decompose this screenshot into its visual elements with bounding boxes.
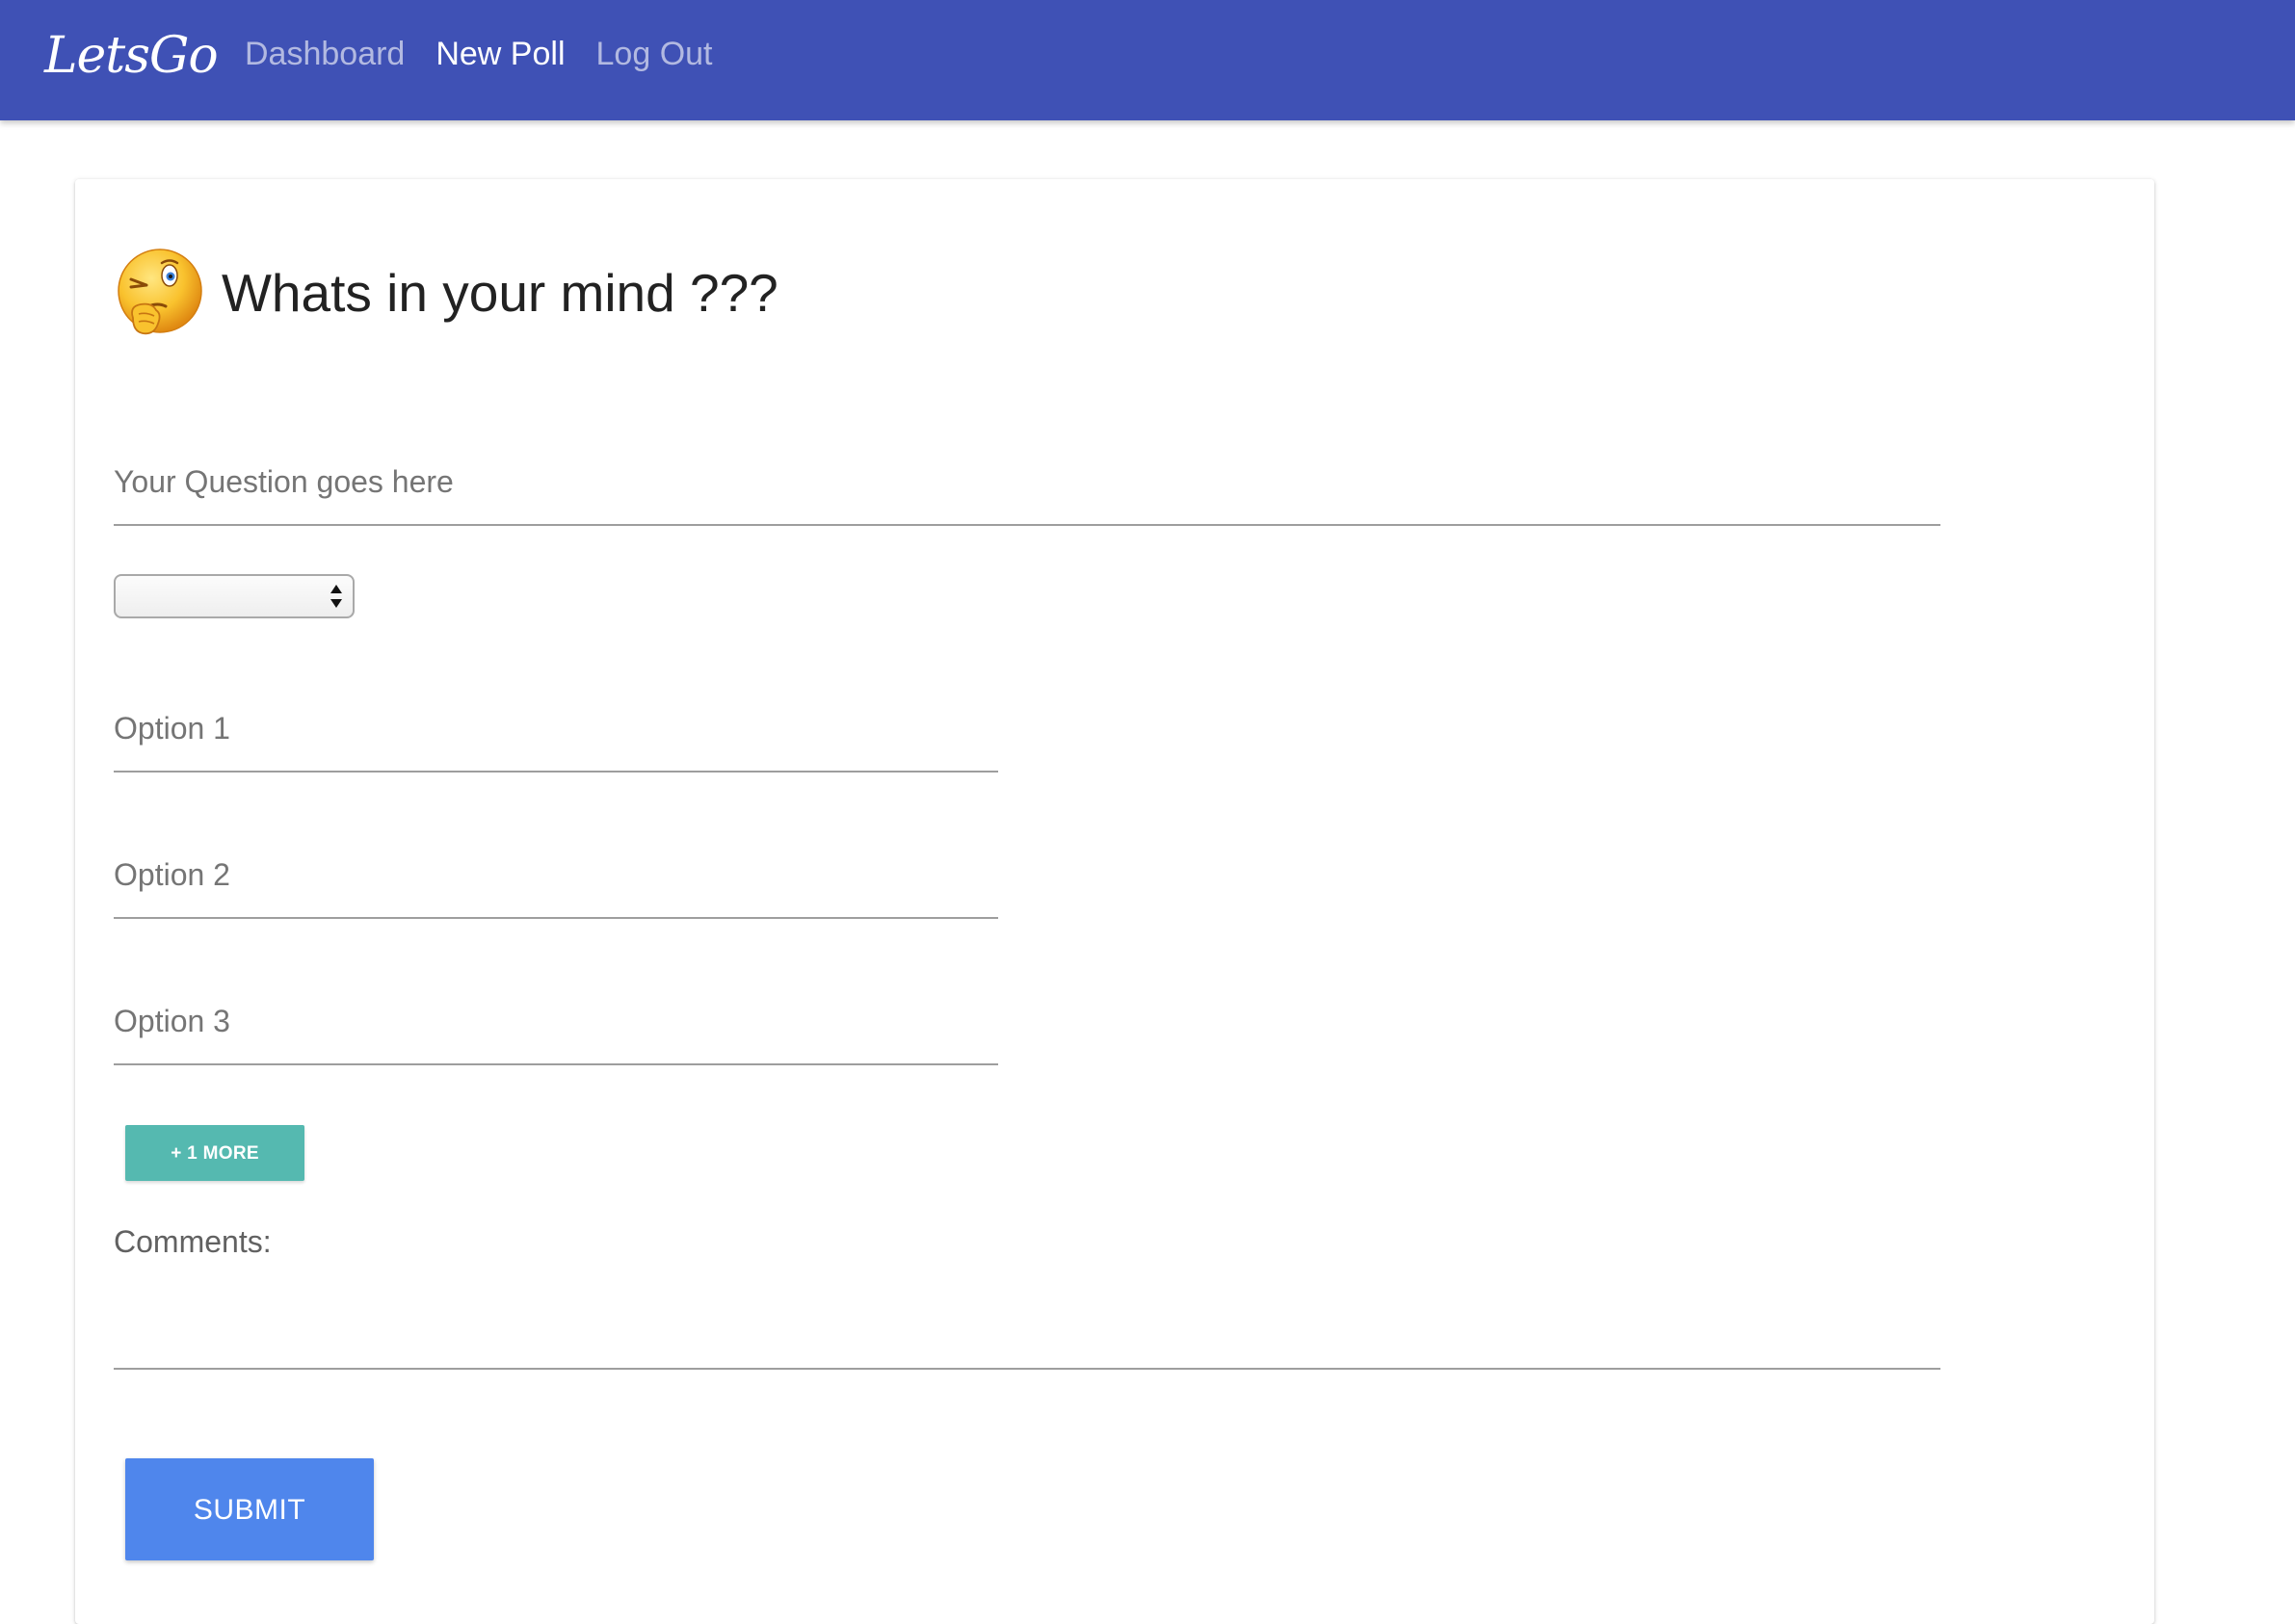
category-select[interactable] xyxy=(114,574,355,618)
question-input[interactable] xyxy=(114,439,1940,524)
nav-link-new-poll[interactable]: New Poll xyxy=(435,33,565,75)
option-1-field xyxy=(114,686,998,773)
nav-link-dashboard[interactable]: Dashboard xyxy=(245,33,405,75)
brand-logo[interactable]: LetsGo xyxy=(44,21,219,91)
new-poll-card: Whats in your mind ??? + 1 MORE Comments… xyxy=(75,179,2154,1624)
submit-button[interactable]: SUBMIT xyxy=(125,1458,374,1560)
question-field xyxy=(114,439,1940,526)
comments-textarea[interactable] xyxy=(114,1277,1940,1370)
poll-heading-text: Whats in your mind ??? xyxy=(222,263,778,323)
option-1-input[interactable] xyxy=(114,686,998,771)
add-option-button[interactable]: + 1 MORE xyxy=(125,1125,304,1181)
option-3-input[interactable] xyxy=(114,979,998,1063)
top-navbar: LetsGo Dashboard New Poll Log Out xyxy=(0,0,2295,120)
thinking-face-icon xyxy=(114,247,206,339)
comments-label: Comments: xyxy=(114,1224,272,1259)
option-2-field xyxy=(114,832,998,919)
option-3-field xyxy=(114,979,998,1065)
poll-heading: Whats in your mind ??? xyxy=(114,247,778,339)
nav-links: Dashboard New Poll Log Out xyxy=(245,33,713,75)
select-arrows-icon xyxy=(330,585,342,608)
nav-link-log-out[interactable]: Log Out xyxy=(596,33,713,75)
option-2-input[interactable] xyxy=(114,832,998,917)
